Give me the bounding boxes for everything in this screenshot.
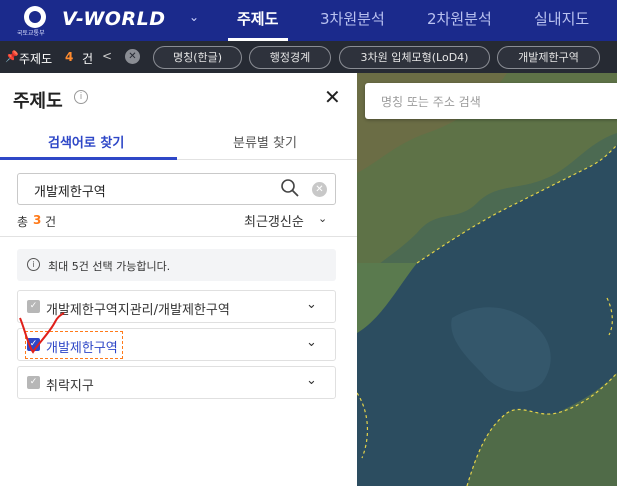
menu-3d-analysis[interactable]: 3차원분석 [320,8,385,29]
selection-limit-notice: i 최대 5건 선택 가능합니다. [17,249,336,281]
notice-text: 최대 5건 선택 가능합니다. [48,260,171,273]
list-item-label: 개발제한구역 [46,341,118,356]
total-count: 3 [33,213,42,227]
total-label: 총 [17,215,29,229]
search-icon[interactable] [280,178,300,198]
pin-icon[interactable]: 📌 [5,50,19,63]
checkbox-icon[interactable]: ✓ [27,338,40,351]
clear-all-icon[interactable]: ✕ [125,49,140,64]
ministry-label: 국토교통부 [17,30,45,37]
chip-development-restriction[interactable]: 개발제한구역 [497,46,600,69]
clear-search-icon[interactable]: ✕ [312,182,327,197]
list-item[interactable]: ✓ 개발제한구역 ⌄ [17,328,336,361]
info-icon[interactable]: i [74,90,88,104]
sort-dropdown[interactable]: 최근갱신순 [244,211,304,230]
menu-2d-analysis[interactable]: 2차원분석 [427,8,492,29]
back-icon[interactable]: < [102,49,112,63]
search-input-value[interactable]: 개발제한구역 [34,181,106,200]
list-item-label: 취락지구 [46,379,94,394]
top-nav-bar: 국토교통부 V-WORLD ⌄ 주제도 3차원분석 2차원분석 실내지도 [0,0,617,41]
tab-category-search[interactable]: 분류별 찾기 [233,132,297,151]
list-item-label: 개발제한구역지관리/개발제한구역 [46,303,230,318]
tab-keyword-search[interactable]: 검색어로 찾기 [48,132,124,151]
list-item[interactable]: ✓ 취락지구 ⌄ [17,366,336,399]
menu-thematic-map[interactable]: 주제도 [237,8,278,29]
chip-name-korean[interactable]: 명칭(한글) [153,46,242,69]
chevron-down-icon[interactable]: ⌄ [189,10,199,24]
chevron-down-icon[interactable]: ⌄ [306,373,317,388]
active-tab-indicator [0,157,177,160]
satellite-map-image [357,73,617,486]
chevron-down-icon[interactable]: ⌄ [306,297,317,312]
selected-layers-count: 4 [65,50,74,64]
keyword-search-input[interactable]: 개발제한구역 ✕ [17,173,336,205]
selected-layers-bar: 📌 주제도 4 건 < ✕ 명칭(한글) 행정경계 3차원 입체모형(LoD4)… [0,41,617,73]
selected-layers-unit: 건 [82,52,94,66]
map-search-input[interactable]: 명칭 또는 주소 검색 [365,83,617,119]
chip-admin-boundary[interactable]: 행정경계 [249,46,331,69]
info-icon: i [27,258,40,271]
chevron-down-icon[interactable]: ⌄ [318,212,327,225]
list-divider [0,236,357,237]
thematic-map-panel: 주제도 i ✕ 검색어로 찾기 분류별 찾기 개발제한구역 ✕ 총 3 건 최근… [0,73,357,486]
brand-logo[interactable]: V-WORLD [62,8,165,30]
checkbox-icon[interactable]: ✓ [27,300,40,313]
checkbox-icon[interactable]: ✓ [27,376,40,389]
chip-3d-model-lod4[interactable]: 3차원 입체모형(LoD4) [339,46,490,69]
list-item[interactable]: ✓ 개발제한구역지관리/개발제한구역 ⌄ [17,290,336,323]
panel-title: 주제도 [13,91,63,112]
total-unit: 건 [45,215,57,229]
chevron-down-icon[interactable]: ⌄ [306,335,317,350]
emblem-icon [24,6,46,28]
map-view[interactable]: 명칭 또는 주소 검색 [357,73,617,486]
close-icon[interactable]: ✕ [324,85,341,109]
menu-indoor-map[interactable]: 실내지도 [534,8,589,29]
map-search-placeholder[interactable]: 명칭 또는 주소 검색 [381,93,481,110]
selected-layers-title: 주제도 [19,52,53,66]
